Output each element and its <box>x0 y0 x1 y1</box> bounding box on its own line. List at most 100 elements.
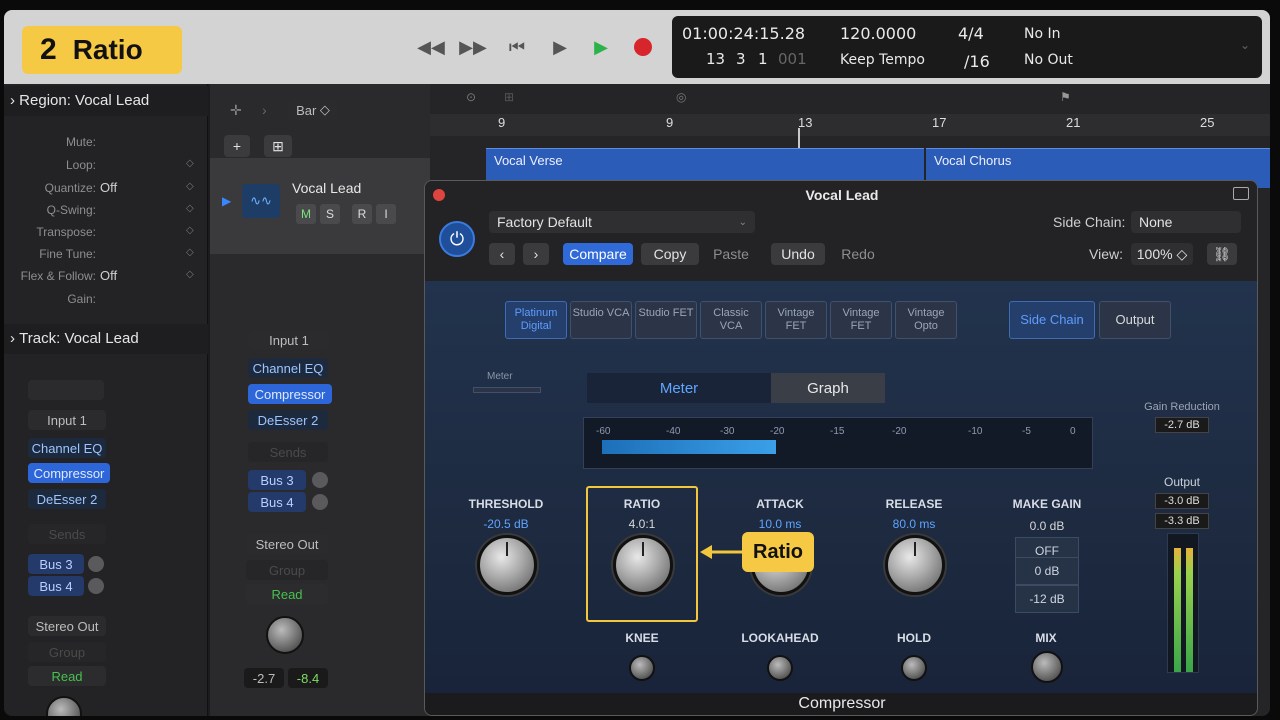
tempo[interactable]: 120.0000 <box>840 24 916 43</box>
auto-gain-12db-button[interactable]: -12 dB <box>1015 585 1079 613</box>
group-slot[interactable]: Group <box>28 642 106 662</box>
rewind-icon[interactable]: ◀◀ <box>417 36 445 58</box>
time-signature[interactable]: 4/4 <box>958 24 984 43</box>
stepper-icon[interactable]: ◇ <box>186 181 194 192</box>
track-name[interactable]: Vocal Lead <box>292 180 361 196</box>
catch-icon[interactable]: ⊙ <box>466 90 476 104</box>
threshold-value[interactable]: -20.5 dB <box>463 517 549 531</box>
copy-button[interactable]: Copy <box>641 243 699 265</box>
power-icon[interactable]: ⏻ <box>439 221 475 257</box>
disclosure-icon[interactable]: › <box>10 330 19 347</box>
previous-preset-button[interactable]: ‹ <box>489 243 515 265</box>
plugin-slot-deesser[interactable]: DeEsser 2 <box>248 410 328 430</box>
track-row-vocal-lead[interactable]: ▶ ∿∿ Vocal Lead M S R I <box>210 158 430 254</box>
mute-button[interactable]: M <box>296 204 316 224</box>
zoom-icon[interactable]: ◎ <box>676 90 686 104</box>
knee-knob[interactable] <box>629 655 655 681</box>
fast-forward-icon[interactable]: ▶▶ <box>459 36 487 58</box>
send-level-knob[interactable] <box>312 494 328 510</box>
region-param-transpose[interactable]: Transpose: ◇ <box>4 222 208 242</box>
add-track-button[interactable]: + <box>224 135 250 157</box>
stepper-icon[interactable]: ◇ <box>186 247 194 258</box>
pointer-tool-icon[interactable]: ✛ <box>230 102 242 119</box>
record-icon[interactable] <box>630 36 656 58</box>
marker-icon[interactable]: ⚑ <box>1060 90 1071 104</box>
tab-meter[interactable]: Meter <box>587 373 771 403</box>
go-to-start-icon[interactable]: ⏮ <box>504 36 530 58</box>
makeup-gain-value[interactable]: 0.0 dB <box>1003 519 1091 533</box>
pan-knob[interactable] <box>46 696 82 716</box>
plugin-slot-deesser[interactable]: DeEsser 2 <box>28 489 106 509</box>
model-vintage-fet-2[interactable]: Vintage FET <box>830 301 892 339</box>
preset-menu[interactable]: Factory Default ⌄ <box>489 211 755 233</box>
tab-graph[interactable]: Graph <box>771 373 885 403</box>
view-menu[interactable]: 100% ◇ <box>1131 243 1193 265</box>
side-chain-menu[interactable]: None <box>1131 211 1241 233</box>
region-param-mute[interactable]: Mute: <box>4 132 208 152</box>
paste-button[interactable]: Paste <box>703 243 759 265</box>
mix-knob[interactable] <box>1031 651 1063 683</box>
play-icon[interactable]: ▶ <box>547 36 573 58</box>
send-bus-3[interactable]: Bus 3 <box>248 470 306 490</box>
link-window-icon[interactable] <box>1233 187 1249 200</box>
stepper-icon[interactable]: ◇ <box>186 158 194 169</box>
input-monitor-button[interactable]: I <box>376 204 396 224</box>
record-arm-play-icon[interactable]: ▶ <box>588 36 614 58</box>
region-param-finetune[interactable]: Fine Tune: ◇ <box>4 244 208 264</box>
division[interactable]: /16 <box>964 52 990 71</box>
bar-ruler[interactable]: 9 9 13 17 21 25 <box>430 114 1270 136</box>
model-vintage-opto[interactable]: Vintage Opto <box>895 301 957 339</box>
output-toggle[interactable]: Output <box>1099 301 1171 339</box>
lcd-display[interactable]: 01:00:24:15.28 13 3 1 001 120.0000 Keep … <box>672 16 1262 78</box>
output-selector[interactable]: Stereo Out <box>28 616 106 636</box>
pan-knob[interactable] <box>266 616 304 654</box>
output-selector[interactable]: Stereo Out <box>246 534 328 554</box>
plugin-slot-compressor[interactable]: Compressor <box>28 463 110 483</box>
model-platinum-digital[interactable]: Platinum Digital <box>505 301 567 339</box>
chevron-down-icon[interactable]: ⌄ <box>1240 38 1250 52</box>
attack-value[interactable]: 10.0 ms <box>737 517 823 531</box>
send-bus-3[interactable]: Bus 3 <box>28 554 84 574</box>
group-slot[interactable]: Group <box>246 560 328 580</box>
disclosure-icon[interactable]: › <box>10 92 19 109</box>
send-level-knob[interactable] <box>88 578 104 594</box>
next-preset-button[interactable]: › <box>523 243 549 265</box>
stepper-icon[interactable]: ◇ <box>186 269 194 280</box>
link-icon[interactable]: ⛓ <box>1207 243 1237 265</box>
hold-knob[interactable] <box>901 655 927 681</box>
region-param-loop[interactable]: Loop: ◇ <box>4 155 208 175</box>
automation-mode[interactable]: Read <box>246 584 328 604</box>
input-selector[interactable]: Input 1 <box>248 330 330 350</box>
plugin-slot-compressor[interactable]: Compressor <box>248 384 332 404</box>
region-param-quantize[interactable]: Quantize: Off ◇ <box>4 178 208 198</box>
tempo-mode[interactable]: Keep Tempo <box>840 52 925 68</box>
threshold-knob[interactable] <box>477 535 537 595</box>
empty-slot[interactable] <box>28 380 104 400</box>
meter-mini-slider[interactable] <box>473 387 541 393</box>
solo-button[interactable]: S <box>320 204 340 224</box>
snap-menu[interactable]: Bar ◇ <box>288 100 338 120</box>
release-knob[interactable] <box>885 535 945 595</box>
redo-button[interactable]: Redo <box>831 243 885 265</box>
send-bus-4[interactable]: Bus 4 <box>28 576 84 596</box>
record-enable-button[interactable]: R <box>352 204 372 224</box>
send-level-knob[interactable] <box>88 556 104 572</box>
release-value[interactable]: 80.0 ms <box>871 517 957 531</box>
region-param-qswing[interactable]: Q-Swing: ◇ <box>4 200 208 220</box>
side-chain-toggle[interactable]: Side Chain <box>1009 301 1095 339</box>
region-inspector-header[interactable]: › Region: Vocal Lead <box>4 86 208 116</box>
track-inspector-header[interactable]: › Track: Vocal Lead <box>4 324 208 354</box>
input-selector[interactable]: Input 1 <box>28 410 106 430</box>
send-bus-4[interactable]: Bus 4 <box>248 492 306 512</box>
model-vintage-fet[interactable]: Vintage FET <box>765 301 827 339</box>
track-view-icon[interactable]: ⊞ <box>264 135 292 157</box>
flex-icon[interactable]: ⊞ <box>504 90 514 104</box>
auto-gain-0db-button[interactable]: 0 dB <box>1015 557 1079 585</box>
automation-mode[interactable]: Read <box>28 666 106 686</box>
compare-button[interactable]: Compare <box>563 243 633 265</box>
model-studio-vca[interactable]: Studio VCA <box>570 301 632 339</box>
send-level-knob[interactable] <box>312 472 328 488</box>
stepper-icon[interactable]: ◇ <box>186 225 194 236</box>
plugin-slot-channel-eq[interactable]: Channel EQ <box>28 438 106 458</box>
tool-menu-icon[interactable]: › <box>262 102 267 118</box>
